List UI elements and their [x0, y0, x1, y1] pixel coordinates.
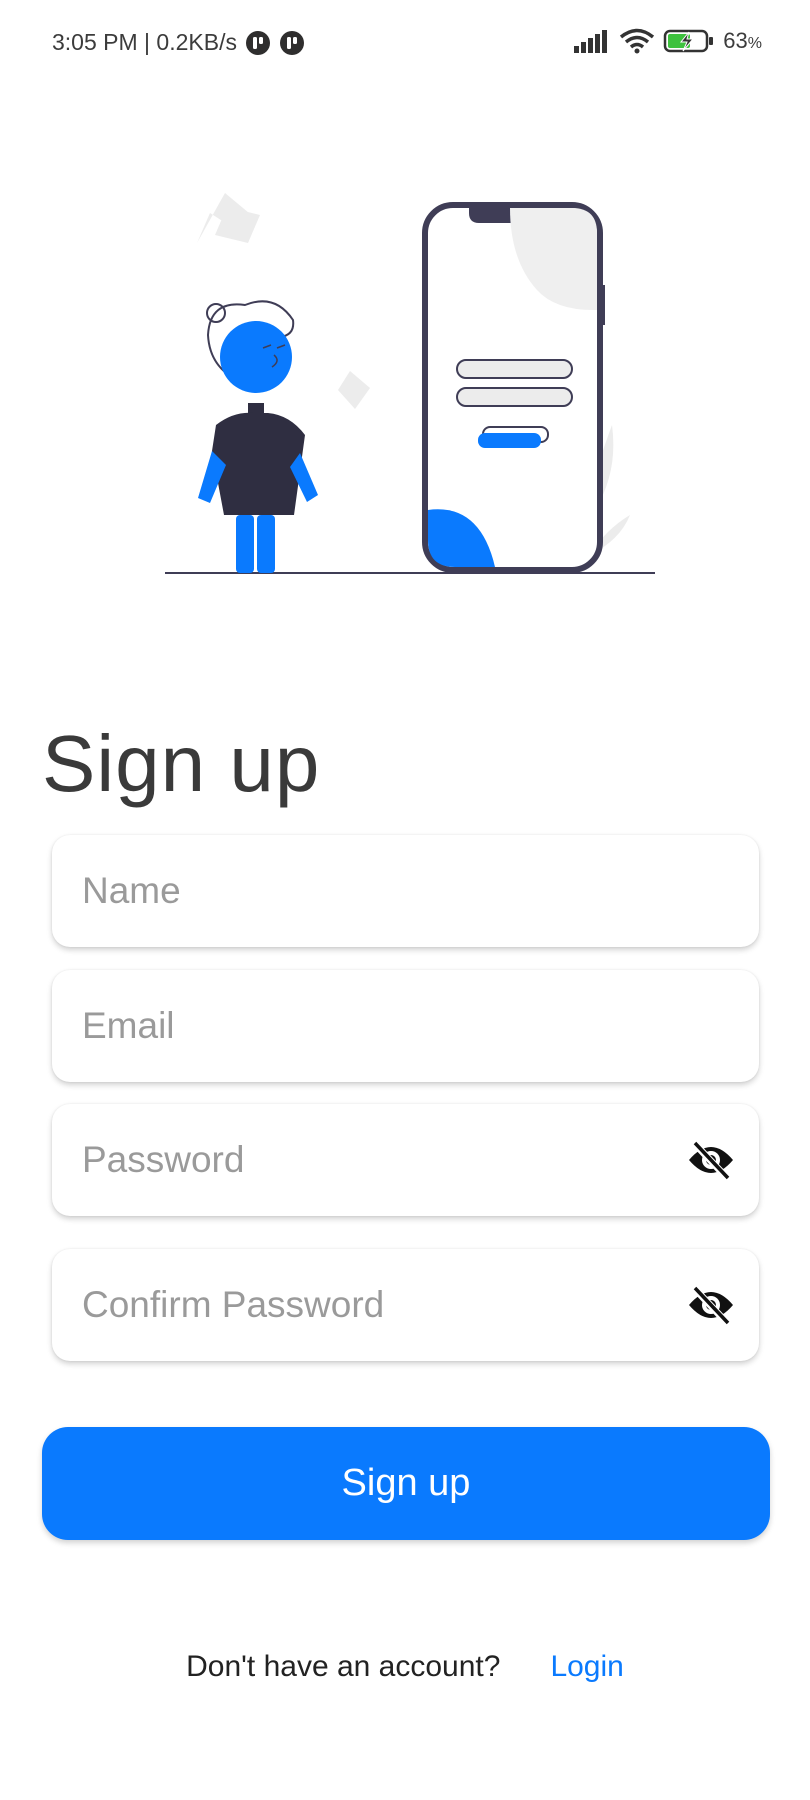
status-bar: 3:05 PM | 0.2KB/s 63%: [0, 0, 810, 90]
name-input[interactable]: [52, 835, 759, 947]
eye-off-icon: [689, 1141, 733, 1180]
signup-button[interactable]: Sign up: [42, 1427, 770, 1540]
confirm-password-field[interactable]: [52, 1249, 759, 1361]
login-prompt-text: Don't have an account?: [186, 1650, 501, 1683]
notification-icon: [279, 30, 304, 55]
name-field[interactable]: [52, 835, 759, 947]
battery-charging-icon: [664, 29, 714, 53]
password-field[interactable]: [52, 1104, 759, 1216]
password-input[interactable]: [52, 1104, 759, 1216]
email-input[interactable]: [52, 970, 759, 1082]
notification-icon: [245, 30, 270, 55]
signup-illustration: [165, 193, 655, 574]
status-time-speed: 3:05 PM | 0.2KB/s: [52, 29, 237, 55]
status-left: 3:05 PM | 0.2KB/s: [52, 29, 305, 56]
password-visibility-toggle[interactable]: [683, 1132, 739, 1188]
login-prompt: Don't have an account? Login: [0, 1650, 810, 1684]
confirm-password-visibility-toggle[interactable]: [683, 1277, 739, 1333]
wifi-icon: [620, 28, 655, 54]
confirm-password-input[interactable]: [52, 1249, 759, 1361]
signal-icon: [574, 30, 608, 53]
battery-level: 63%: [723, 28, 762, 53]
login-link[interactable]: Login: [550, 1650, 623, 1684]
page-title: Sign up: [42, 719, 321, 808]
email-field[interactable]: [52, 970, 759, 1082]
status-right: 63%: [573, 28, 762, 54]
eye-off-icon: [689, 1286, 733, 1325]
